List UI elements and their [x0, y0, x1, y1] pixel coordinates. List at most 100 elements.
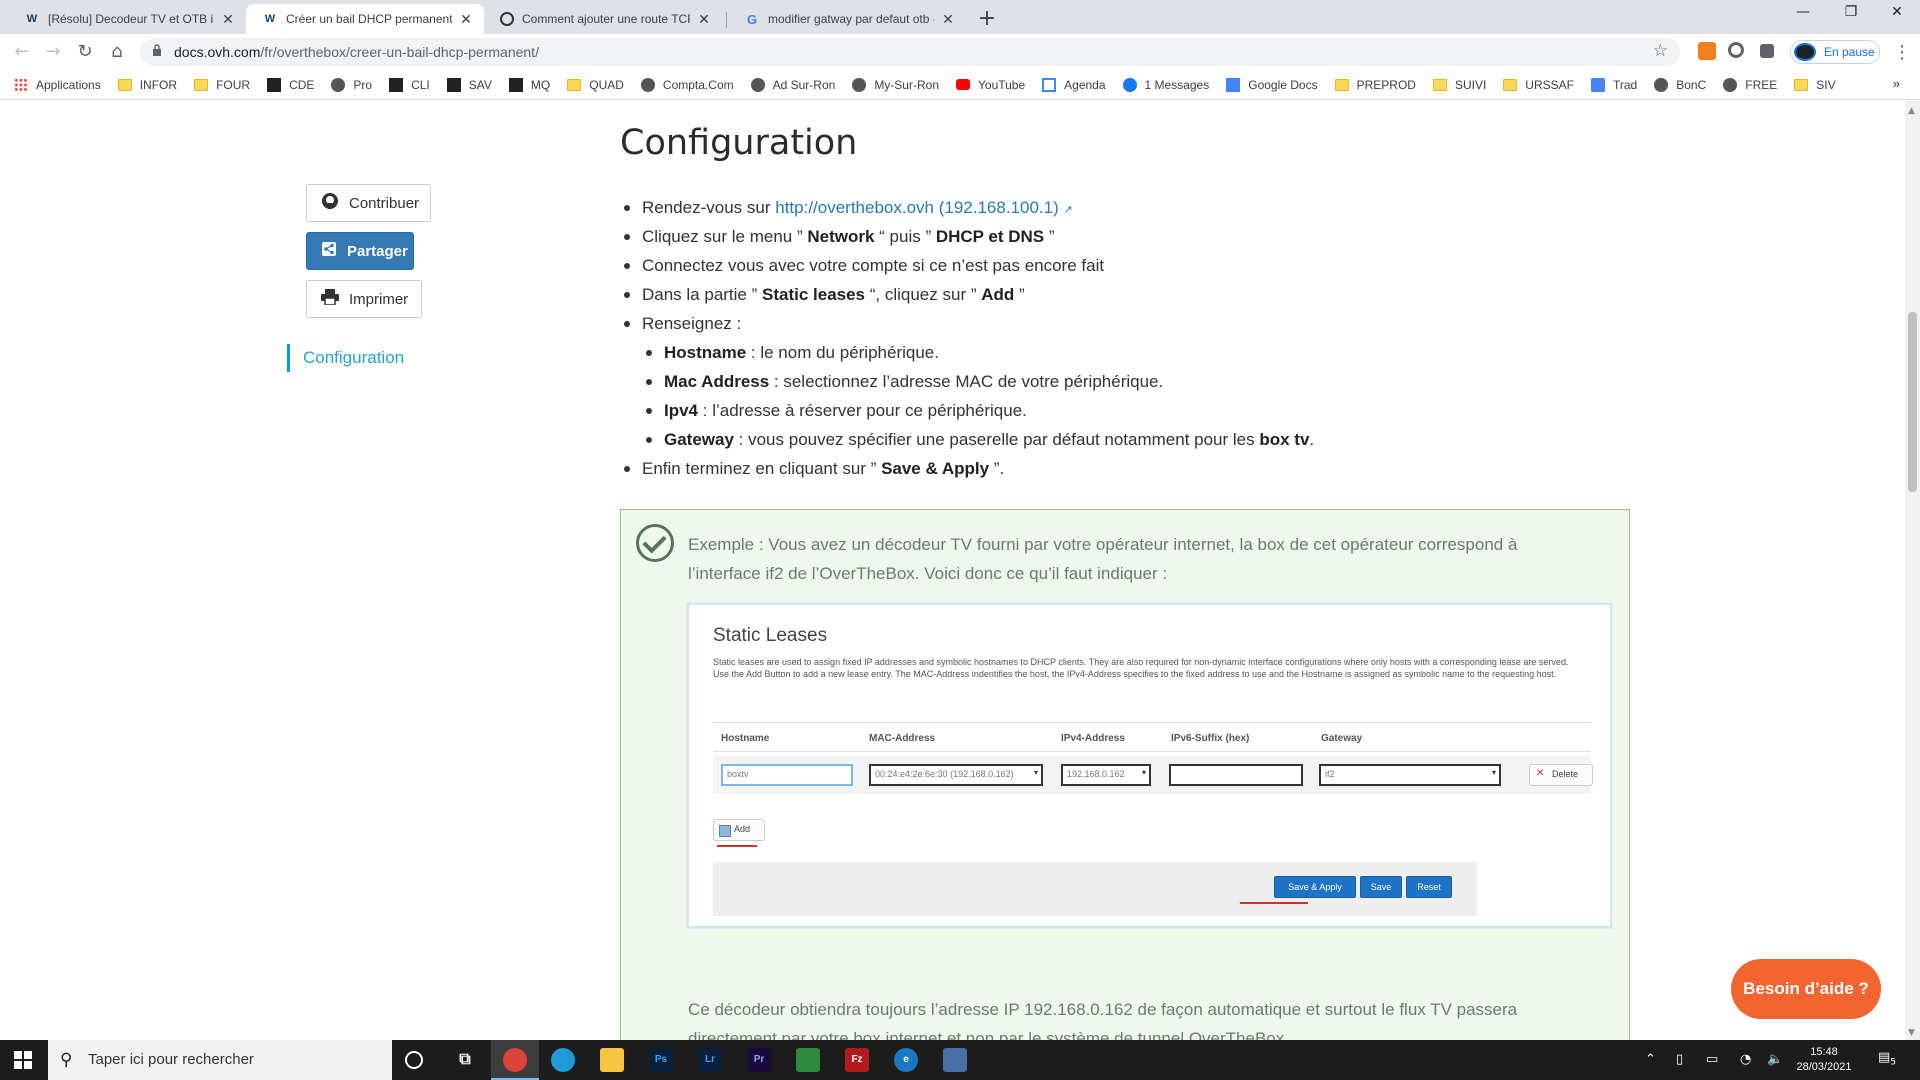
bookmark-label: MQ	[530, 77, 551, 92]
overthebox-link[interactable]: http://overthebox.ovh (192.168.100.1)	[775, 198, 1059, 217]
add-button[interactable]: Add	[713, 819, 765, 841]
bookmark-my-sur-ron[interactable]: My-Sur-Ron	[852, 77, 939, 92]
network-tool-icon[interactable]	[943, 1048, 967, 1072]
bookmark-four[interactable]: FOUR	[194, 78, 250, 92]
bookmarks-bar: Applications INFOR FOUR CDE Pro CLI SAV MQ QUAD C…	[0, 70, 1920, 100]
home-button[interactable]: ⌂	[106, 42, 128, 64]
wifi-icon[interactable]: ◔	[1740, 1052, 1751, 1067]
restore-button[interactable]: ❐	[1828, 4, 1874, 26]
browser-menu-icon[interactable]: ⋮	[1893, 42, 1911, 63]
premiere-icon[interactable]: Pr	[747, 1048, 771, 1072]
bookmark-sav[interactable]: SAV	[446, 77, 492, 92]
bookmark-ad-sur-ron[interactable]: Ad Sur-Ron	[750, 77, 835, 92]
close-icon[interactable]: ✕	[458, 11, 474, 28]
notification-count: 5	[1890, 1057, 1897, 1068]
hostname-field[interactable]: boxtv	[721, 764, 853, 786]
bookmark-quad[interactable]: QUAD	[567, 78, 624, 92]
back-button[interactable]: ←	[11, 42, 33, 64]
tab-modifier-gatway[interactable]: G modifier gatway par defaut otb - ✕	[728, 4, 966, 34]
ipv4-address-select[interactable]: 192.168.0.162 ▾	[1061, 764, 1151, 786]
ipv6-suffix-field[interactable]	[1169, 764, 1303, 786]
step-text: “ puis ”	[874, 227, 936, 246]
scrollbar-thumb[interactable]	[1908, 312, 1917, 492]
task-view-icon[interactable]: ⧉	[453, 1048, 477, 1072]
folder-icon	[1432, 78, 1447, 91]
bookmark-trad[interactable]: Trad	[1590, 77, 1637, 92]
bookmark-cli[interactable]: CLI	[389, 77, 430, 92]
tab-resolu-decodeur[interactable]: W [Résolu] Decodeur TV et OTB inc ✕	[8, 4, 246, 34]
bookmark-infor[interactable]: INFOR	[117, 78, 177, 92]
share-button[interactable]: Partager	[306, 232, 414, 270]
profile-button[interactable]: En pause	[1790, 40, 1880, 64]
bookmark-youtube[interactable]: YouTube	[956, 78, 1025, 92]
page-scrollbar[interactable]	[1905, 101, 1920, 1040]
browser-toolbar: ← → ↻ ⌂ docs.ovh.com/fr/overthebox/creer…	[0, 34, 1920, 70]
scroll-down-arrow-icon[interactable]: ▼	[1908, 1028, 1915, 1038]
scroll-up-arrow-icon[interactable]: ▲	[1908, 106, 1915, 116]
windows-start-icon[interactable]	[14, 1051, 32, 1069]
bookmark-preprod[interactable]: PREPROD	[1334, 78, 1416, 92]
close-icon[interactable]: ✕	[696, 11, 712, 28]
print-button[interactable]: Imprimer	[306, 280, 422, 318]
mac-address-select[interactable]: 00:24:e4:2e:6e:30 (192.168.0.162) ▾	[869, 764, 1043, 786]
spreadsheet-icon[interactable]	[796, 1048, 820, 1072]
close-window-button[interactable]: ✕	[1874, 4, 1920, 26]
tab-creer-bail-dhcp[interactable]: W Créer un bail DHCP permanent / ✕	[246, 4, 484, 34]
reset-button[interactable]: Reset	[1406, 876, 1452, 898]
bookmark-label: Google Docs	[1248, 77, 1318, 92]
bookmark-applications[interactable]: Applications	[14, 77, 101, 92]
close-icon[interactable]: ✕	[940, 11, 956, 28]
internet-explorer-icon[interactable]: e	[894, 1048, 918, 1072]
save-button[interactable]: Save	[1360, 876, 1402, 898]
contribute-button[interactable]: Contribuer	[306, 184, 431, 222]
chevron-down-icon: ▾	[1491, 768, 1496, 777]
bookmark-google-docs[interactable]: Google Docs	[1226, 77, 1318, 92]
bookmark-pro[interactable]: Pro	[331, 77, 372, 92]
bookmarks-overflow-chevron-icon[interactable]: »	[1893, 76, 1900, 91]
bookmark-star-icon[interactable]: ☆	[1653, 41, 1668, 61]
toc-item-configuration[interactable]: Configuration	[287, 344, 404, 372]
bookmark-agenda[interactable]: Agenda	[1042, 77, 1106, 92]
bookmark-cde[interactable]: CDE	[267, 77, 314, 92]
bookmark-1-messages[interactable]: 1 Messages	[1122, 77, 1209, 92]
share-icon	[321, 241, 337, 261]
photoshop-icon[interactable]: Ps	[649, 1048, 673, 1072]
forward-button[interactable]: →	[42, 42, 64, 64]
minimize-button[interactable]: —	[1780, 4, 1826, 26]
address-bar[interactable]: docs.ovh.com/fr/overthebox/creer-un-bail…	[140, 38, 1680, 66]
tray-chevron-icon[interactable]: ⌃	[1645, 1052, 1656, 1067]
taskbar-clock[interactable]: 15:48 28/03/2021	[1784, 1045, 1864, 1075]
filezilla-icon[interactable]: Fz	[845, 1048, 869, 1072]
bookmark-urssaf[interactable]: URSSAF	[1503, 78, 1574, 92]
battery-icon[interactable]: ▭	[1706, 1052, 1718, 1067]
bookmark-bonc[interactable]: BonC	[1654, 77, 1706, 92]
reload-button[interactable]: ↻	[74, 42, 96, 64]
cortana-icon[interactable]	[405, 1051, 423, 1069]
edge-icon[interactable]	[551, 1048, 575, 1072]
save-apply-button[interactable]: Save & Apply	[1274, 876, 1356, 898]
ipv4-value: 192.168.0.162	[1067, 769, 1125, 779]
tab-title: Comment ajouter une route TCP	[522, 12, 690, 26]
taskbar-search[interactable]: ⚲ Taper ici pour rechercher	[48, 1040, 392, 1080]
tab-ajouter-route-tcp[interactable]: Comment ajouter une route TCP ✕	[484, 4, 722, 34]
notifications-icon[interactable]: ▤5	[1878, 1050, 1896, 1068]
extension-icon[interactable]	[1698, 42, 1716, 60]
close-icon[interactable]: ✕	[220, 11, 236, 28]
device-icon[interactable]: ▯	[1676, 1052, 1683, 1067]
bookmark-label: Agenda	[1064, 77, 1106, 92]
bookmark-siv[interactable]: SIV	[1794, 78, 1836, 92]
bookmark-free[interactable]: FREE	[1723, 77, 1777, 92]
lightroom-icon[interactable]: Lr	[698, 1048, 722, 1072]
file-explorer-icon[interactable]	[600, 1048, 624, 1072]
bookmark-suivi[interactable]: SUIVI	[1432, 78, 1486, 92]
gateway-select[interactable]: if2 ▾	[1319, 764, 1501, 786]
sync-icon[interactable]	[1728, 42, 1744, 58]
chrome-icon[interactable]	[503, 1048, 527, 1072]
bookmark-compta-com[interactable]: Compta.Com	[640, 77, 734, 92]
volume-icon[interactable]: 🔈	[1767, 1052, 1783, 1067]
new-tab-button[interactable]: +	[975, 6, 999, 31]
puzzle-icon[interactable]	[1760, 44, 1774, 58]
help-button[interactable]: Besoin d’aide ?	[1731, 959, 1881, 1019]
bookmark-mq[interactable]: MQ	[508, 77, 551, 92]
delete-button[interactable]: Delete	[1529, 764, 1593, 786]
